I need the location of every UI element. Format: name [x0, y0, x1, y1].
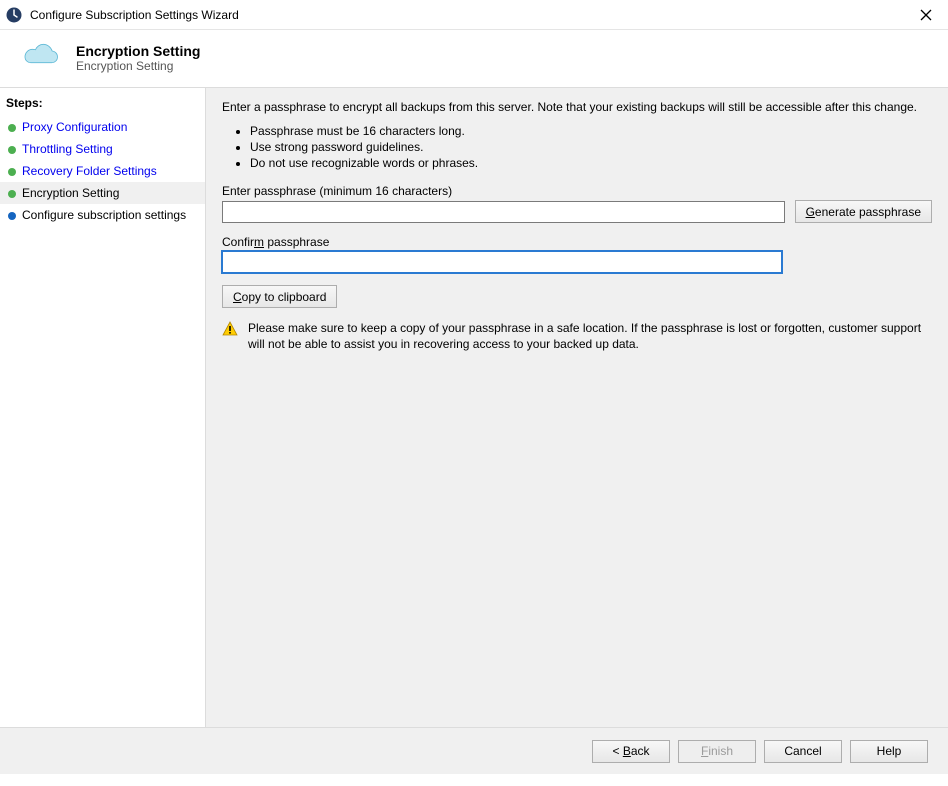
step-bullet-icon	[8, 190, 16, 198]
confirm-passphrase-label: Confirm passphrase	[222, 235, 932, 249]
step-label: Encryption Setting	[22, 186, 119, 200]
generate-passphrase-button[interactable]: Generate passphrase	[795, 200, 932, 223]
step-bullet-icon	[8, 168, 16, 176]
close-button[interactable]	[903, 0, 948, 30]
step-encryption-setting: Encryption Setting	[0, 182, 205, 204]
cancel-button[interactable]: Cancel	[764, 740, 842, 763]
requirements-list: Passphrase must be 16 characters long. U…	[232, 124, 932, 170]
step-configure-subscription-settings: Configure subscription settings	[0, 204, 205, 226]
intro-text: Enter a passphrase to encrypt all backup…	[222, 100, 932, 114]
btn-label-rest: opy to clipboard	[242, 290, 327, 304]
window-title: Configure Subscription Settings Wizard	[30, 8, 903, 22]
page-subheading: Encryption Setting	[76, 59, 200, 73]
step-bullet-icon	[8, 212, 16, 220]
wizard-footer: < Back Finish Cancel Help	[0, 728, 948, 774]
titlebar: Configure Subscription Settings Wizard	[0, 0, 948, 30]
warning-block: Please make sure to keep a copy of your …	[222, 320, 932, 352]
btn-label: Help	[877, 744, 902, 758]
step-throttling-setting[interactable]: Throttling Setting	[0, 138, 205, 160]
steps-title: Steps:	[0, 96, 205, 116]
btn-label-rest: enerate passphrase	[815, 205, 921, 219]
step-recovery-folder-settings[interactable]: Recovery Folder Settings	[0, 160, 205, 182]
confirm-passphrase-input[interactable]	[222, 251, 782, 273]
requirement-item: Passphrase must be 16 characters long.	[250, 124, 932, 138]
back-button[interactable]: < Back	[592, 740, 670, 763]
requirement-item: Do not use recognizable words or phrases…	[250, 156, 932, 170]
help-button[interactable]: Help	[850, 740, 928, 763]
wizard-header: Encryption Setting Encryption Setting	[0, 30, 948, 88]
requirement-item: Use strong password guidelines.	[250, 140, 932, 154]
page-heading: Encryption Setting	[76, 43, 200, 59]
step-label: Throttling Setting	[22, 142, 113, 156]
enter-passphrase-label: Enter passphrase (minimum 16 characters)	[222, 184, 932, 198]
warning-icon	[222, 320, 238, 341]
step-label: Configure subscription settings	[22, 208, 186, 222]
steps-sidebar: Steps: Proxy Configuration Throttling Se…	[0, 88, 206, 727]
step-bullet-icon	[8, 124, 16, 132]
enter-passphrase-input[interactable]	[222, 201, 785, 223]
app-icon	[6, 7, 22, 23]
step-label: Recovery Folder Settings	[22, 164, 157, 178]
step-proxy-configuration[interactable]: Proxy Configuration	[0, 116, 205, 138]
warning-text: Please make sure to keep a copy of your …	[248, 320, 932, 352]
copy-to-clipboard-button[interactable]: Copy to clipboard	[222, 285, 337, 308]
cloud-icon	[20, 42, 60, 73]
step-label: Proxy Configuration	[22, 120, 127, 134]
wizard-content: Enter a passphrase to encrypt all backup…	[206, 88, 948, 727]
btn-label: Cancel	[784, 744, 821, 758]
step-bullet-icon	[8, 146, 16, 154]
finish-button[interactable]: Finish	[678, 740, 756, 763]
